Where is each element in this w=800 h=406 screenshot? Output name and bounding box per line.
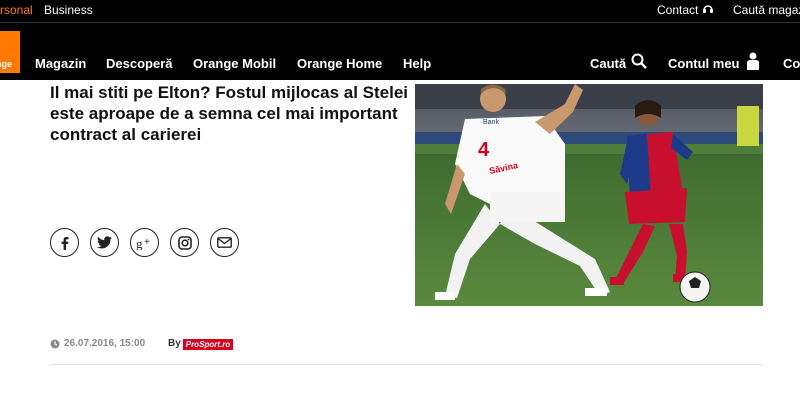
business-link[interactable]: Business <box>44 3 93 17</box>
twitter-share-button[interactable] <box>90 228 119 257</box>
by-label: By <box>168 338 181 349</box>
contact-link[interactable]: Contact <box>657 3 698 17</box>
headset-icon[interactable] <box>702 3 714 15</box>
svg-text:g: g <box>136 236 143 250</box>
twitter-icon <box>97 236 112 249</box>
orange-logo[interactable]: nge <box>0 31 20 73</box>
nav-item-orange-home[interactable]: Orange Home <box>297 56 382 71</box>
facebook-share-button[interactable] <box>50 228 79 257</box>
football-photo: 4 Săvina Bank <box>415 84 763 306</box>
top-bar: rsonal Business Contact Caută magazi <box>0 0 800 22</box>
account-link[interactable]: Contul meu <box>668 56 740 71</box>
main-nav: nge Magazin Descoperă Orange Mobil Orang… <box>0 22 800 80</box>
google-plus-share-button[interactable]: g + <box>130 228 159 257</box>
email-share-button[interactable] <box>210 228 239 257</box>
google-plus-icon: g + <box>136 236 150 250</box>
search-link[interactable]: Caută <box>590 56 626 71</box>
jersey-number: 4 <box>478 139 490 161</box>
personal-link[interactable]: rsonal <box>0 3 33 17</box>
article-title[interactable]: Il mai stiti pe Elton? Fostul mijlocas a… <box>50 82 410 145</box>
publish-date: 26.07.2016, 15:00 <box>64 338 146 349</box>
nav-item-descopera[interactable]: Descoperă <box>106 56 172 71</box>
article-photo[interactable]: 4 Săvina Bank <box>415 84 763 306</box>
nav-item-magazin[interactable]: Magazin <box>35 56 86 71</box>
instagram-icon <box>177 235 192 250</box>
email-icon <box>217 237 232 248</box>
clock-icon <box>50 339 60 349</box>
source-logo[interactable]: ProSport.ro <box>183 339 233 350</box>
search-icon[interactable] <box>631 53 647 69</box>
nav-item-orange-mobil[interactable]: Orange Mobil <box>193 56 276 71</box>
nav-item-cut[interactable]: Co <box>783 56 800 71</box>
logo-text: nge <box>0 59 13 69</box>
divider <box>50 364 763 365</box>
nav-item-help[interactable]: Help <box>403 56 431 71</box>
svg-text:+: + <box>144 237 150 248</box>
jersey-sponsor: Bank <box>483 119 499 126</box>
find-store-link[interactable]: Caută magazi <box>733 3 800 17</box>
instagram-share-button[interactable] <box>170 228 199 257</box>
facebook-icon <box>61 236 68 250</box>
user-icon[interactable] <box>746 52 760 70</box>
